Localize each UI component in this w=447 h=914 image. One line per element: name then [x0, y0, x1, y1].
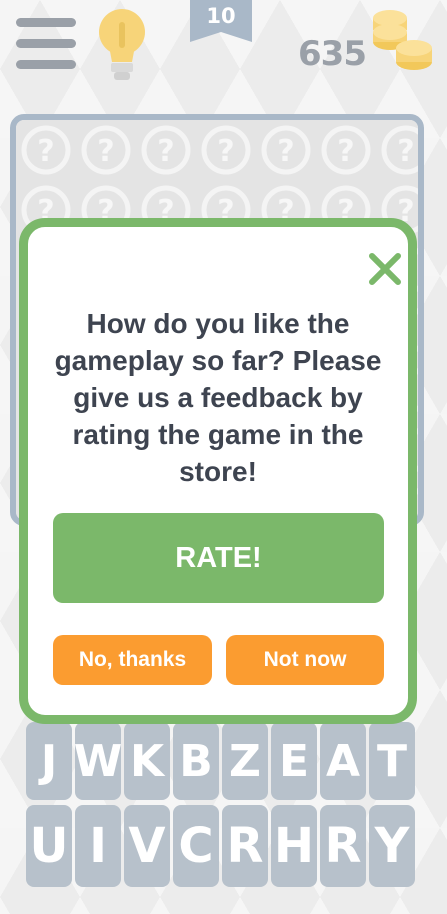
letter-key[interactable]: B: [173, 722, 219, 800]
letter-key[interactable]: U: [26, 805, 72, 887]
letter-key[interactable]: Y: [369, 805, 415, 887]
letter-key[interactable]: T: [369, 722, 415, 800]
letter-key[interactable]: I: [75, 805, 121, 887]
dialog-message: How do you like the gameplay so far? Ple…: [54, 308, 382, 487]
letter-key[interactable]: K: [124, 722, 170, 800]
lightbulb-icon[interactable]: [96, 6, 148, 82]
letter-key[interactable]: J: [26, 722, 72, 800]
level-banner: 10: [190, 0, 252, 42]
rate-button[interactable]: RATE!: [53, 513, 384, 603]
letter-key[interactable]: V: [124, 805, 170, 887]
menu-button[interactable]: [16, 18, 76, 72]
letter-key[interactable]: E: [271, 722, 317, 800]
letter-key[interactable]: C: [173, 805, 219, 887]
letter-key[interactable]: Z: [222, 722, 268, 800]
not-now-button[interactable]: Not now: [226, 635, 384, 685]
letter-key[interactable]: R: [222, 805, 268, 887]
letter-key[interactable]: R: [320, 805, 366, 887]
level-number: 10: [206, 4, 236, 28]
rate-dialog: How do you like the gameplay so far? Ple…: [19, 218, 417, 724]
letter-key[interactable]: H: [271, 805, 317, 887]
letter-keyboard: J W K B Z E A T U I V C R H R Y: [26, 722, 418, 892]
coin-stack-icon[interactable]: [370, 8, 434, 72]
letter-key[interactable]: W: [74, 722, 122, 800]
close-icon[interactable]: [367, 251, 403, 287]
letter-key[interactable]: A: [320, 722, 366, 800]
no-thanks-button[interactable]: No, thanks: [53, 635, 212, 685]
coin-count: 635: [298, 34, 367, 74]
